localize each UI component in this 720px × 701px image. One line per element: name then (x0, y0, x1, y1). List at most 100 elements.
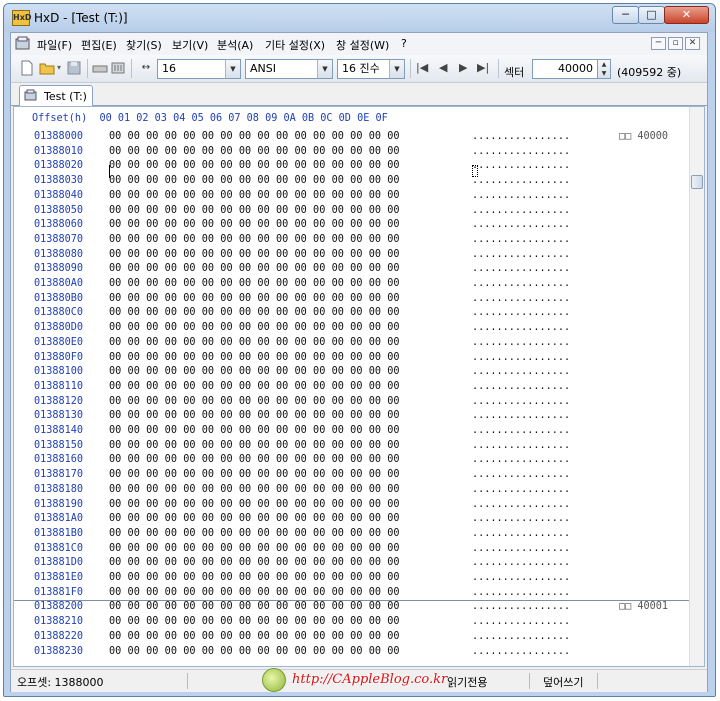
row-text[interactable]: ................ (472, 219, 570, 230)
row-hex-bytes[interactable]: 00 00 00 00 00 00 00 00 00 00 00 00 00 0… (109, 410, 400, 421)
row-hex-bytes[interactable]: 00 00 00 00 00 00 00 00 00 00 00 00 00 0… (109, 278, 400, 289)
row-hex-bytes[interactable]: 00 00 00 00 00 00 00 00 00 00 00 00 00 0… (109, 219, 400, 230)
row-hex-bytes[interactable]: 00 00 00 00 00 00 00 00 00 00 00 00 00 0… (109, 616, 400, 627)
hex-editor-view[interactable]: Offset(h) 00 01 02 03 04 05 06 07 08 09 … (13, 106, 705, 667)
sector-spinner[interactable]: ▲ ▼ (598, 59, 611, 79)
mdi-minimize-button[interactable]: ─ (651, 37, 666, 50)
row-text[interactable]: ................ (472, 646, 570, 657)
row-text[interactable]: ................ (472, 631, 570, 642)
first-sector-icon[interactable]: |◀ (416, 61, 428, 74)
open-disk-icon[interactable] (92, 60, 108, 76)
row-text[interactable]: ................ (472, 513, 570, 524)
row-hex-bytes[interactable]: 00 00 00 00 00 00 00 00 00 00 00 00 00 0… (109, 146, 400, 157)
title-bar[interactable]: HxD HxD - [Test (T:)] ─ □ ✕ (4, 4, 715, 32)
row-hex-bytes[interactable]: 00 00 00 00 00 00 00 00 00 00 00 00 00 0… (109, 160, 400, 171)
row-text[interactable]: ................ (472, 307, 570, 318)
row-text[interactable]: ................ (472, 175, 570, 186)
chevron-down-icon[interactable]: ▼ (225, 60, 240, 78)
charset-combo[interactable]: ANSI ▼ (245, 59, 333, 79)
next-sector-icon[interactable]: ▶ (459, 61, 467, 74)
disk-editor-icon[interactable] (15, 36, 31, 51)
row-hex-bytes[interactable]: 00 00 00 00 00 00 00 00 00 00 00 00 00 0… (109, 572, 400, 583)
sector-input[interactable]: 40000 (532, 59, 598, 79)
row-text[interactable]: ................ (472, 234, 570, 245)
row-hex-bytes[interactable]: 00 00 00 00 00 00 00 00 00 00 00 00 00 0… (109, 646, 400, 657)
mdi-restore-button[interactable]: ▫ (668, 37, 683, 50)
row-hex-bytes[interactable]: 00 00 00 00 00 00 00 00 00 00 00 00 00 0… (109, 499, 400, 510)
row-text[interactable]: ................ (472, 572, 570, 583)
row-text[interactable]: ................ (472, 131, 570, 142)
row-text[interactable]: ................ (472, 366, 570, 377)
row-hex-bytes[interactable]: 00 00 00 00 00 00 00 00 00 00 00 00 00 0… (109, 396, 400, 407)
row-hex-bytes[interactable]: 00 00 00 00 00 00 00 00 00 00 00 00 00 0… (109, 352, 400, 363)
row-hex-bytes[interactable]: 00 00 00 00 00 00 00 00 00 00 00 00 00 0… (109, 484, 400, 495)
menu-file[interactable]: 파일(F) (37, 37, 72, 53)
row-hex-bytes[interactable]: 00 00 00 00 00 00 00 00 00 00 00 00 00 0… (109, 322, 400, 333)
menu-window[interactable]: 창 설정(W) (336, 37, 389, 53)
row-text[interactable]: ................ (472, 249, 570, 260)
row-text[interactable]: ................ (472, 601, 570, 612)
row-text[interactable]: ................ (472, 528, 570, 539)
previous-sector-icon[interactable]: ◀ (439, 61, 447, 74)
row-text[interactable]: ................ (472, 337, 570, 348)
save-icon[interactable] (66, 60, 82, 76)
row-text[interactable]: ................ (472, 425, 570, 436)
row-text[interactable]: ................ (472, 293, 570, 304)
row-text[interactable]: ................ (472, 381, 570, 392)
menu-help[interactable]: ? (401, 37, 407, 50)
scrollbar-thumb[interactable] (691, 175, 703, 189)
row-hex-bytes[interactable]: 00 00 00 00 00 00 00 00 00 00 00 00 00 0… (109, 543, 400, 554)
row-text[interactable]: ................ (472, 278, 570, 289)
row-text[interactable]: ................ (472, 322, 570, 333)
row-text[interactable]: ................ (472, 263, 570, 274)
row-text[interactable]: ................ (472, 146, 570, 157)
row-hex-bytes[interactable]: 00 00 00 00 00 00 00 00 00 00 00 00 00 0… (109, 234, 400, 245)
bytes-per-row-combo[interactable]: 16 ▼ (157, 59, 241, 79)
row-hex-bytes[interactable]: 00 00 00 00 00 00 00 00 00 00 00 00 00 0… (109, 190, 400, 201)
row-text[interactable]: ................ (472, 469, 570, 480)
row-text[interactable]: ................ (472, 190, 570, 201)
row-text[interactable]: ................ (472, 484, 570, 495)
open-dropdown-icon[interactable]: ▾ (54, 60, 64, 76)
chevron-down-icon[interactable]: ▼ (317, 60, 332, 78)
row-hex-bytes[interactable]: 00 00 00 00 00 00 00 00 00 00 00 00 00 0… (109, 131, 400, 142)
mdi-close-button[interactable]: ✕ (685, 37, 700, 50)
vertical-scrollbar[interactable] (689, 107, 704, 666)
row-text[interactable]: ................ (472, 440, 570, 451)
row-hex-bytes[interactable]: 00 00 00 00 00 00 00 00 00 00 00 00 00 0… (109, 293, 400, 304)
menu-search[interactable]: 찾기(S) (126, 37, 162, 53)
row-text[interactable]: ................ (472, 616, 570, 627)
row-hex-bytes[interactable]: 00 00 00 00 00 00 00 00 00 00 00 00 00 0… (109, 528, 400, 539)
row-text[interactable]: ................ (472, 587, 570, 598)
row-hex-bytes[interactable]: 00 00 00 00 00 00 00 00 00 00 00 00 00 0… (109, 587, 400, 598)
row-hex-bytes[interactable]: 00 00 00 00 00 00 00 00 00 00 00 00 00 0… (109, 175, 400, 186)
menu-analysis[interactable]: 분석(A) (217, 37, 253, 53)
row-text[interactable]: ................ (472, 160, 570, 171)
open-folder-icon[interactable] (39, 60, 55, 76)
last-sector-icon[interactable]: ▶| (477, 61, 489, 74)
row-text[interactable]: ................ (472, 557, 570, 568)
menu-edit[interactable]: 편집(E) (81, 37, 117, 53)
row-hex-bytes[interactable]: 00 00 00 00 00 00 00 00 00 00 00 00 00 0… (109, 469, 400, 480)
row-hex-bytes[interactable]: 00 00 00 00 00 00 00 00 00 00 00 00 00 0… (109, 381, 400, 392)
row-text[interactable]: ................ (472, 410, 570, 421)
minimize-button[interactable]: ─ (612, 6, 639, 24)
row-hex-bytes[interactable]: 00 00 00 00 00 00 00 00 00 00 00 00 00 0… (109, 366, 400, 377)
row-hex-bytes[interactable]: 00 00 00 00 00 00 00 00 00 00 00 00 00 0… (109, 425, 400, 436)
menu-view[interactable]: 보기(V) (172, 37, 208, 53)
open-ram-icon[interactable] (110, 60, 126, 76)
tab-test-drive[interactable]: Test (T:) (19, 85, 93, 106)
row-text[interactable]: ................ (472, 352, 570, 363)
new-file-icon[interactable] (19, 60, 35, 76)
row-hex-bytes[interactable]: 00 00 00 00 00 00 00 00 00 00 00 00 00 0… (109, 249, 400, 260)
offset-base-combo[interactable]: 16 진수 ▼ (337, 59, 405, 79)
row-text[interactable]: ................ (472, 396, 570, 407)
maximize-button[interactable]: □ (638, 6, 665, 24)
chevron-down-icon[interactable]: ▼ (389, 60, 404, 78)
row-hex-bytes[interactable]: 00 00 00 00 00 00 00 00 00 00 00 00 00 0… (109, 631, 400, 642)
row-hex-bytes[interactable]: 00 00 00 00 00 00 00 00 00 00 00 00 00 0… (109, 337, 400, 348)
row-hex-bytes[interactable]: 00 00 00 00 00 00 00 00 00 00 00 00 00 0… (109, 454, 400, 465)
row-text[interactable]: ................ (472, 499, 570, 510)
row-hex-bytes[interactable]: 00 00 00 00 00 00 00 00 00 00 00 00 00 0… (109, 440, 400, 451)
row-hex-bytes[interactable]: 00 00 00 00 00 00 00 00 00 00 00 00 00 0… (109, 513, 400, 524)
